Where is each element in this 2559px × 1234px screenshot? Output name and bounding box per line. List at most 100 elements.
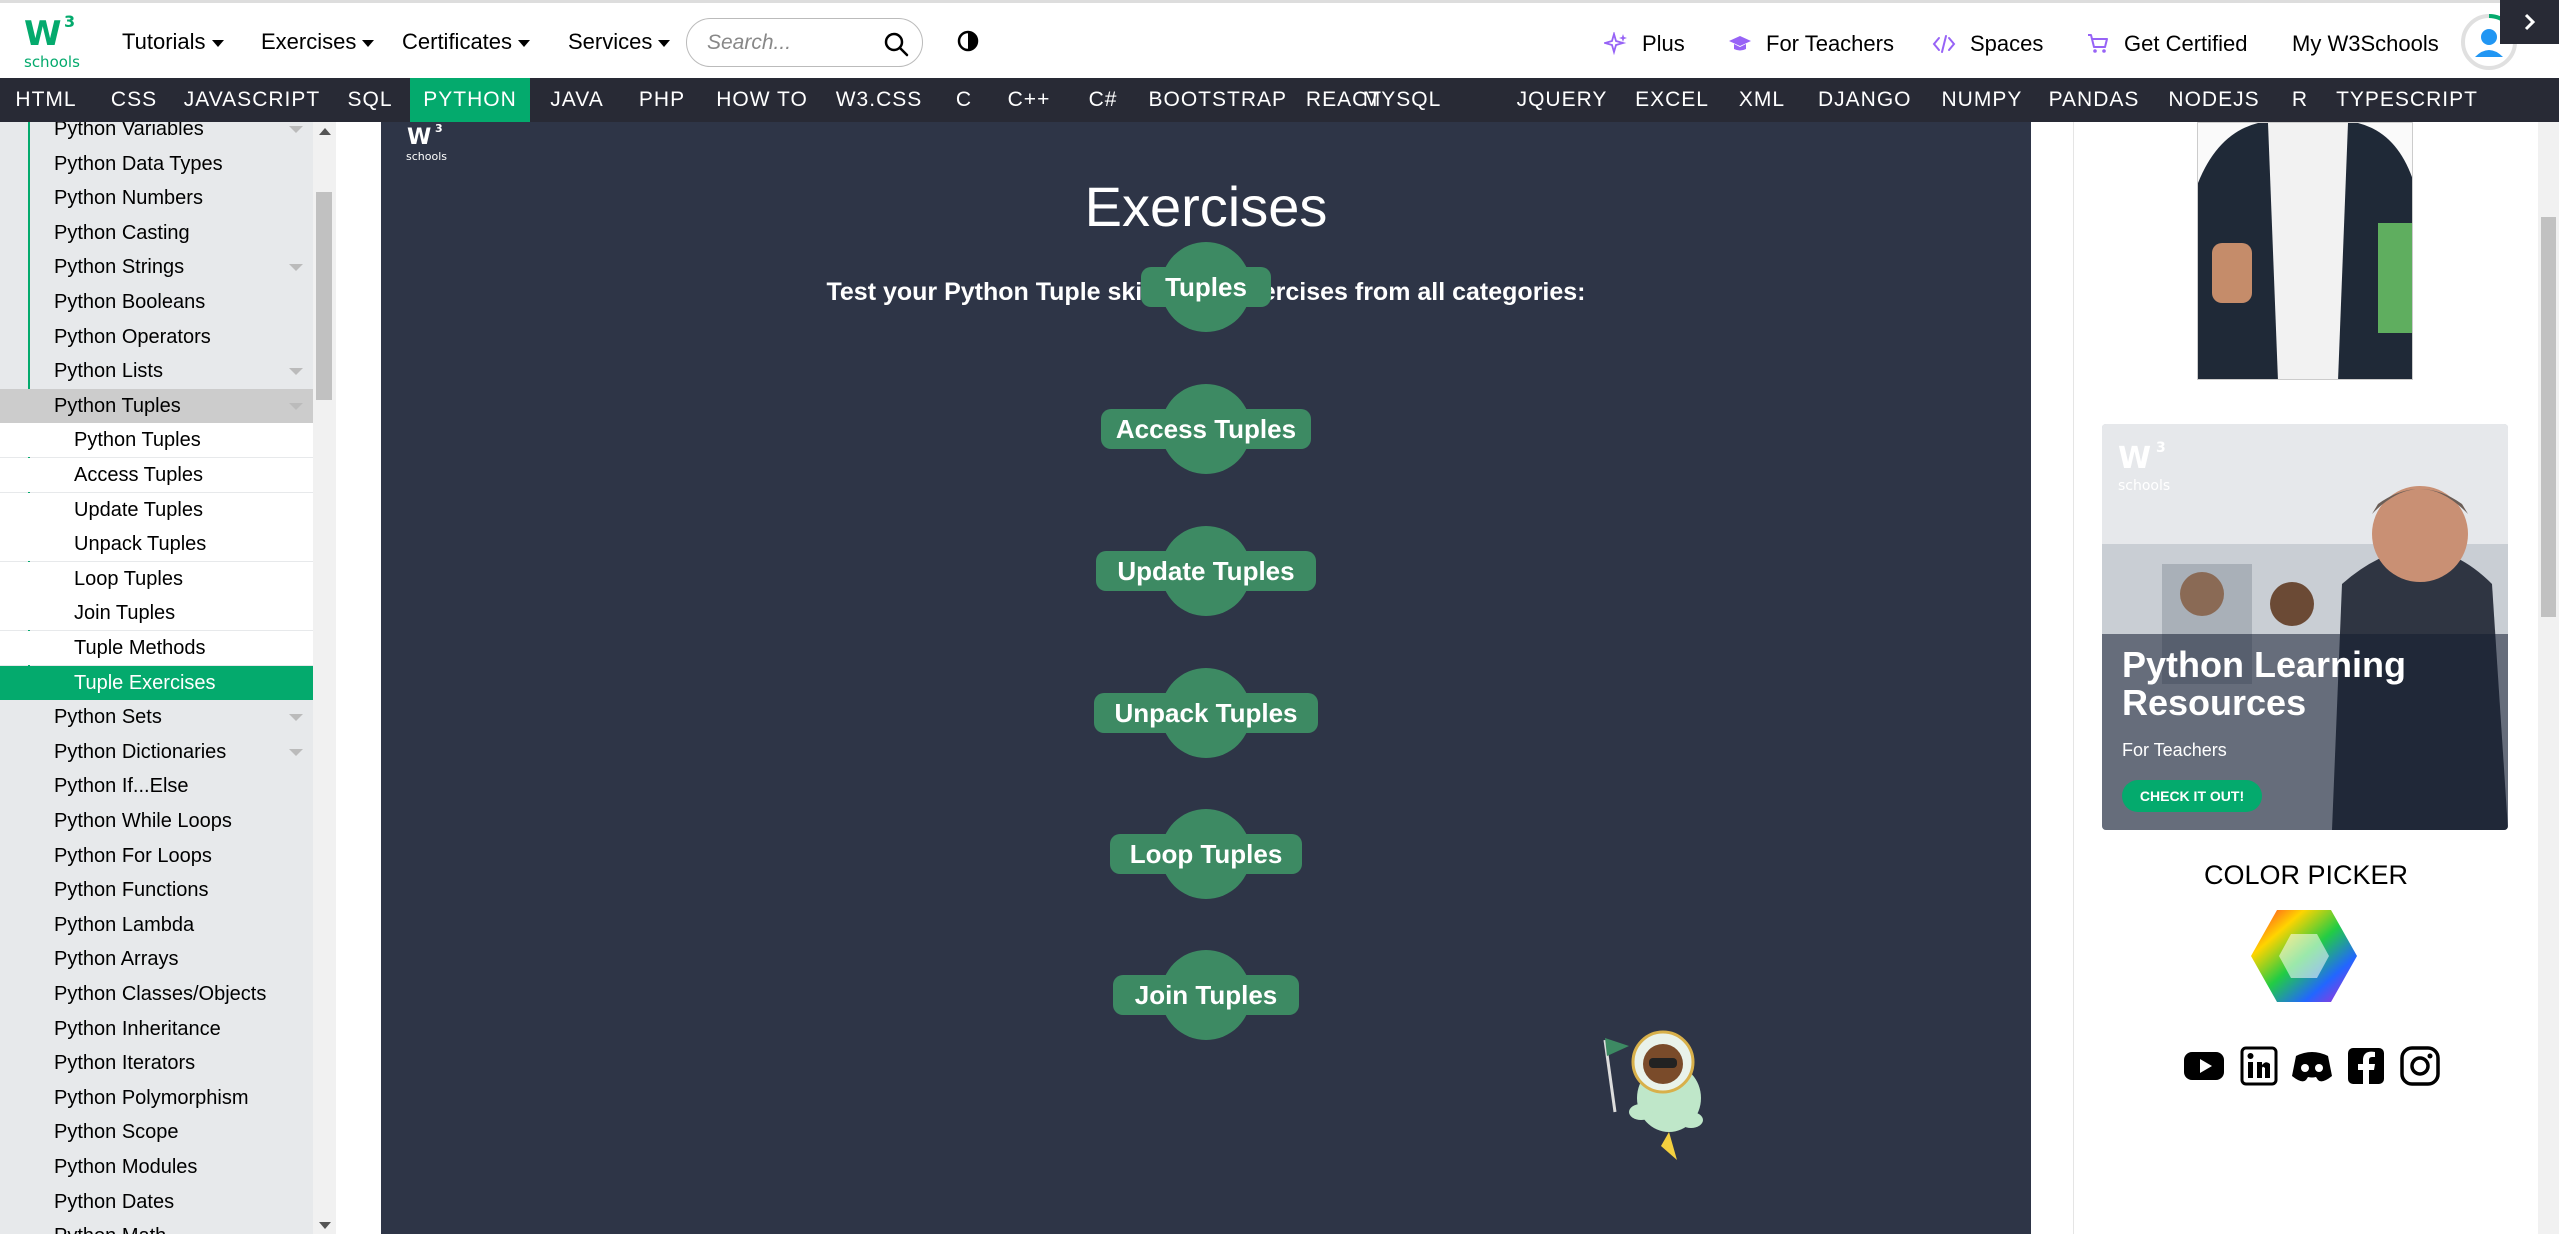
subject-tab-python[interactable]: PYTHON <box>410 78 530 122</box>
subject-tab-javascript[interactable]: JAVASCRIPT <box>180 78 324 122</box>
page-scrollbar[interactable] <box>2538 122 2559 1234</box>
subject-tab-nodejs[interactable]: NODEJS <box>2168 78 2260 122</box>
subject-tab-pandas[interactable]: PANDAS <box>2048 78 2140 122</box>
python-resources-ad[interactable]: W 3 schools Python Learning Resources Fo… <box>2102 424 2508 830</box>
sidebar-item[interactable]: Python Variables <box>0 122 313 146</box>
sidebar-item[interactable]: Loop Tuples <box>0 561 313 596</box>
nav-certificates[interactable]: Certificates <box>402 29 531 55</box>
sidebar-item[interactable]: Python Tuples <box>0 423 313 458</box>
scroll-up-icon[interactable] <box>319 128 331 135</box>
sidebar-item[interactable]: Python Booleans <box>0 285 313 319</box>
sidebar-item[interactable]: Python Iterators <box>0 1046 313 1080</box>
ad-w3schools-logo: W 3 schools <box>2118 440 2170 494</box>
exercise-button[interactable]: Access Tuples <box>1101 409 1311 449</box>
subject-tab-html[interactable]: HTML <box>13 78 79 122</box>
sidebar-item[interactable]: Python Numbers <box>0 181 313 215</box>
main-gutter <box>336 122 381 1234</box>
subject-tab-jquery[interactable]: JQUERY <box>1516 78 1608 122</box>
exercise-button[interactable]: Tuples <box>1141 267 1271 307</box>
color-picker-icon[interactable] <box>2249 906 2359 1006</box>
subject-tab-sql[interactable]: SQL <box>344 78 397 122</box>
sidebar-item[interactable]: Python Sets <box>0 700 313 734</box>
subject-tab-django[interactable]: DJANGO <box>1818 78 1911 122</box>
sidebar-item[interactable]: Join Tuples <box>0 596 313 631</box>
facebook-icon[interactable] <box>2344 1046 2388 1086</box>
sidebar-item[interactable]: Python Dictionaries <box>0 735 313 769</box>
sidebar-item[interactable]: Unpack Tuples <box>0 527 313 562</box>
subject-tab-excel[interactable]: EXCEL <box>1633 78 1712 122</box>
discord-icon[interactable] <box>2290 1046 2334 1086</box>
subject-tab-java[interactable]: JAVA <box>544 78 610 122</box>
subject-tab-typescript[interactable]: TYPESCRIPT <box>2335 78 2479 122</box>
sidebar-item-label: Python Lambda <box>54 913 195 936</box>
sidebar-item[interactable]: Python Classes/Objects <box>0 977 313 1011</box>
instagram-icon[interactable] <box>2398 1046 2442 1086</box>
sidebar-item-label: Loop Tuples <box>74 567 183 590</box>
subject-scroll-right[interactable] <box>2500 0 2559 44</box>
subject-tab-r[interactable]: R <box>2287 78 2314 122</box>
subject-tab-w3-css[interactable]: W3.CSS <box>833 78 925 122</box>
nav-exercises[interactable]: Exercises <box>261 29 375 55</box>
exercise-button[interactable]: Update Tuples <box>1096 551 1316 591</box>
sidebar-item[interactable]: Python Scope <box>0 1115 313 1149</box>
subject-tab-c[interactable]: C <box>951 78 978 122</box>
sidebar-item[interactable]: Tuple Methods <box>0 631 313 665</box>
sidebar-scrollbar[interactable] <box>313 122 336 1234</box>
linkedin-icon[interactable] <box>2236 1046 2280 1086</box>
sidebar-item[interactable]: Python Math <box>0 1219 313 1234</box>
exercise-button[interactable]: Join Tuples <box>1113 975 1299 1015</box>
search-input[interactable] <box>707 29 867 57</box>
sidebar-item[interactable]: Python Arrays <box>0 942 313 976</box>
scroll-down-icon[interactable] <box>319 1222 331 1229</box>
sidebar-item[interactable]: Python Inheritance <box>0 1012 313 1046</box>
youtube-icon[interactable] <box>2182 1046 2226 1086</box>
subject-tab-xml[interactable]: XML <box>1736 78 1789 122</box>
sidebar-scroll-thumb[interactable] <box>316 192 332 400</box>
subject-tab-php[interactable]: PHP <box>636 78 689 122</box>
sidebar-item[interactable]: Access Tuples <box>0 458 313 492</box>
subject-tab-bootstrap[interactable]: BOOTSTRAP <box>1149 78 1287 122</box>
w3schools-mini-logo[interactable]: W 3 schools <box>405 122 451 164</box>
exercise-button[interactable]: Unpack Tuples <box>1094 693 1318 733</box>
subject-tab-css[interactable]: CSS <box>108 78 161 122</box>
ad-cta-button[interactable]: CHECK IT OUT! <box>2122 780 2262 812</box>
sidebar-item[interactable]: Python While Loops <box>0 804 313 838</box>
exercise-button[interactable]: Loop Tuples <box>1110 834 1302 874</box>
sidebar-item[interactable]: Python Data Types <box>0 147 313 181</box>
nav-services[interactable]: Services <box>568 29 671 55</box>
sidebar-item[interactable]: Python Lists <box>0 354 313 388</box>
my-w3schools-link[interactable]: My W3Schools <box>2292 31 2439 57</box>
sidebar-item[interactable]: Python Dates <box>0 1185 313 1219</box>
sidebar-item-label: Python Dictionaries <box>54 740 227 763</box>
sidebar-item[interactable]: Python Lambda <box>0 908 313 942</box>
contrast-toggle-icon[interactable] <box>956 29 980 53</box>
w3schools-logo[interactable]: W 3 schools <box>22 11 82 73</box>
subject-tab-how-to[interactable]: HOW TO <box>716 78 808 122</box>
sidebar-item-label: Python Booleans <box>54 291 206 313</box>
sidebar-item[interactable]: Python If...Else <box>0 769 313 803</box>
subject-tab-mysql[interactable]: MYSQL <box>1363 78 1442 122</box>
nav-services-label: Services <box>568 29 653 54</box>
page-scroll-thumb[interactable] <box>2541 217 2556 617</box>
for-teachers-link[interactable]: For Teachers <box>1728 31 1894 57</box>
spaces-link[interactable]: Spaces <box>1932 31 2043 57</box>
ad-banner-top[interactable] <box>2197 122 2413 380</box>
sidebar-item[interactable]: Python For Loops <box>0 839 313 873</box>
sidebar-item[interactable]: Python Functions <box>0 873 313 907</box>
sidebar-item[interactable]: Tuple Exercises <box>0 665 313 700</box>
sidebar-item[interactable]: Python Operators <box>0 320 313 354</box>
plus-link[interactable]: Plus <box>1604 31 1685 57</box>
search-icon[interactable] <box>883 31 909 57</box>
sidebar-item[interactable]: Python Polymorphism <box>0 1081 313 1115</box>
subject-tab-c[interactable]: C# <box>1083 78 1123 122</box>
nav-tutorials[interactable]: Tutorials <box>122 29 224 55</box>
sidebar-item[interactable]: Python Tuples <box>0 388 313 423</box>
subject-tab-numpy[interactable]: NUMPY <box>1942 78 2022 122</box>
sidebar-item[interactable]: Update Tuples <box>0 492 313 527</box>
subject-tab-c[interactable]: C++ <box>1003 78 1056 122</box>
get-certified-link[interactable]: Get Certified <box>2086 31 2248 57</box>
sidebar-item[interactable]: Python Strings <box>0 250 313 284</box>
sidebar-item[interactable]: Python Casting <box>0 216 313 250</box>
sidebar-item[interactable]: Python Modules <box>0 1150 313 1184</box>
chevron-down-icon <box>289 748 303 756</box>
